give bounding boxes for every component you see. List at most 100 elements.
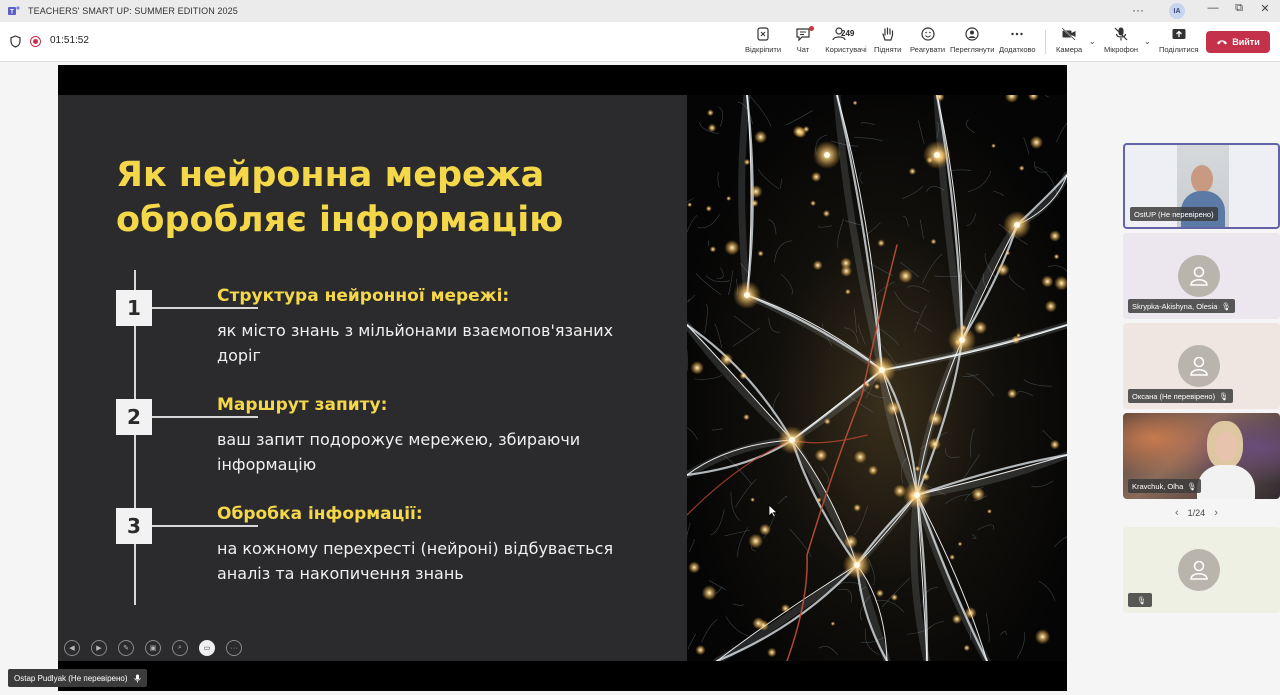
restore-button[interactable]: ⧉ xyxy=(1229,2,1249,15)
glow-node xyxy=(709,246,717,253)
glow-node xyxy=(898,268,913,284)
street-line xyxy=(860,122,875,125)
street-line xyxy=(922,253,943,284)
participant-tile[interactable]: Оксана (Не перевірено) 🎙 xyxy=(1123,323,1280,409)
glow-node xyxy=(695,644,706,656)
glow-node xyxy=(749,185,763,199)
street-line xyxy=(735,478,757,508)
participant-tile[interactable]: Kravchuk, Olha 🎙 xyxy=(1123,413,1280,499)
camera-options-chevron-icon[interactable]: ⌄ xyxy=(1089,37,1096,46)
step-number: 2 xyxy=(116,399,152,435)
chevron-left-icon[interactable]: ‹ xyxy=(1175,507,1179,519)
share-button[interactable]: Поділитися xyxy=(1159,26,1198,54)
glow-node xyxy=(743,413,750,421)
glowing-road-network-illustration xyxy=(687,95,1067,661)
glow-node xyxy=(690,361,704,375)
more-actions-button[interactable]: Додатково xyxy=(999,26,1036,54)
street-line xyxy=(919,219,924,240)
glow-node xyxy=(951,614,962,625)
street-line xyxy=(704,303,708,334)
street-line xyxy=(724,529,751,537)
share-icon xyxy=(1172,29,1186,39)
slide-text-panel: Як нейронна мережа обробляє інформацію 1… xyxy=(58,95,687,661)
glow-node xyxy=(1029,135,1044,149)
previous-slide-icon[interactable]: ◀ xyxy=(64,640,80,656)
chat-label: Чат xyxy=(796,45,810,54)
glow-node xyxy=(767,647,777,658)
user-avatar[interactable]: IA xyxy=(1169,3,1185,19)
more-options-icon[interactable]: ··· xyxy=(1132,3,1144,17)
more-actions-label: Додатково xyxy=(999,45,1036,54)
highway-line xyxy=(687,438,889,661)
glow-node xyxy=(701,585,717,601)
participant-tile[interactable]: 🎙 xyxy=(1123,527,1280,613)
slides-grid-icon[interactable]: ▣ xyxy=(145,640,161,656)
page-indicator: 1/24 xyxy=(1187,508,1206,518)
unpin-button[interactable]: Відкріпити xyxy=(745,26,781,54)
meeting-timer: 01:51:52 xyxy=(50,35,89,46)
street-line xyxy=(965,119,975,134)
microphone-label: Мікрофон xyxy=(1104,45,1139,54)
participant-avatar xyxy=(1178,345,1220,387)
view-icon xyxy=(965,27,979,41)
people-button[interactable]: 249 Користувачі xyxy=(825,26,867,54)
participant-tile[interactable]: OstUP (Не перевірено) xyxy=(1123,143,1280,229)
step-connector xyxy=(152,525,258,527)
glow-node xyxy=(949,554,955,560)
microphone-button[interactable]: Мікрофон xyxy=(1104,26,1138,54)
street-line xyxy=(1038,580,1056,601)
glow-node xyxy=(720,353,734,367)
shield-icon[interactable] xyxy=(10,35,21,48)
street-line xyxy=(732,327,761,347)
glow-node xyxy=(759,523,771,536)
mic-muted-icon: 🎙 xyxy=(1221,301,1231,311)
glow-node xyxy=(845,288,851,295)
view-button[interactable]: Переглянути xyxy=(950,26,994,54)
chevron-right-icon[interactable]: › xyxy=(1214,507,1218,519)
glow-node xyxy=(706,109,714,117)
street-line xyxy=(723,455,753,485)
toolbar-separator xyxy=(1045,30,1046,54)
street-line xyxy=(972,534,977,539)
next-slide-icon[interactable]: ▶ xyxy=(91,640,107,656)
participant-tile[interactable]: Skrypka-Akishyna, Olesia 🎙 xyxy=(1123,233,1280,319)
pen-icon[interactable]: ✎ xyxy=(118,640,134,656)
street-line xyxy=(768,317,780,333)
participant-name: Skrypka-Akishyna, Olesia xyxy=(1132,301,1218,311)
street-line xyxy=(705,275,730,283)
chat-button[interactable]: Чат xyxy=(795,26,814,54)
person-placeholder-icon xyxy=(1190,266,1208,286)
street-line xyxy=(1023,379,1052,387)
person-placeholder-icon xyxy=(1190,356,1208,376)
microphone-options-chevron-icon[interactable]: ⌄ xyxy=(1144,37,1151,46)
glow-node xyxy=(930,238,937,245)
minimize-button[interactable]: — xyxy=(1203,2,1223,14)
react-button[interactable]: Реагувати xyxy=(910,26,945,54)
zoom-icon[interactable]: ⌕ xyxy=(172,640,188,656)
glow-node xyxy=(963,644,971,652)
svg-text:T: T xyxy=(10,10,14,16)
camera-button[interactable]: Камера xyxy=(1056,26,1082,54)
raise-hand-button[interactable]: Підняти xyxy=(874,26,901,54)
street-line xyxy=(714,323,723,349)
hub-node xyxy=(824,152,830,158)
leave-button[interactable]: Вийти xyxy=(1206,31,1270,53)
hub-node xyxy=(879,367,885,373)
presentation-controls: ◀ ▶ ✎ ▣ ⌕ ▭ ··· xyxy=(64,640,242,656)
street-line xyxy=(1016,631,1025,659)
close-button[interactable]: ✕ xyxy=(1255,2,1275,15)
glow-node xyxy=(886,400,901,416)
presenter-name: Ostap Pudlyak (Не перевірено) xyxy=(14,673,128,683)
glow-node xyxy=(811,171,822,182)
raise-hand-label: Підняти xyxy=(874,45,902,54)
participant-avatar xyxy=(1178,255,1220,297)
glow-node xyxy=(1044,300,1057,313)
step-heading: Маршрут запиту: xyxy=(217,395,388,415)
participant-name-tag: OstUP (Не перевірено) xyxy=(1130,207,1218,221)
street-line xyxy=(993,190,1004,197)
more-presentation-options-icon[interactable]: ··· xyxy=(226,640,242,656)
street-line xyxy=(750,96,772,127)
participant-name: Kravchuk, Olha xyxy=(1132,481,1184,491)
glow-node xyxy=(964,606,977,619)
video-icon[interactable]: ▭ xyxy=(199,640,215,656)
